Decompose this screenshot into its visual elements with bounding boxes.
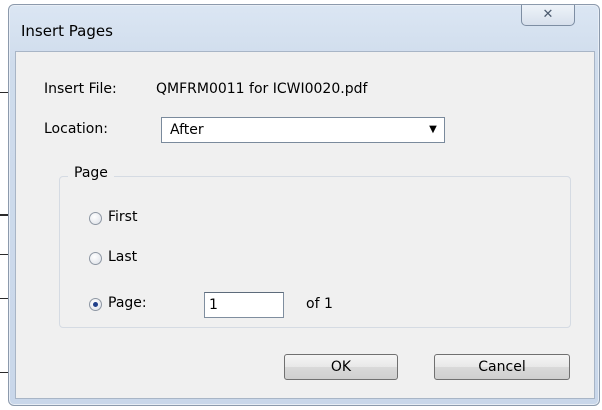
location-selected-value: After bbox=[170, 122, 204, 138]
insert-pages-dialog: Insert Pages ✕ Insert File: QMFRM0011 fo… bbox=[8, 4, 600, 406]
cancel-button[interactable]: Cancel bbox=[434, 354, 570, 380]
close-icon: ✕ bbox=[542, 7, 554, 22]
title-bar[interactable]: Insert Pages ✕ bbox=[9, 5, 599, 51]
dialog-title: Insert Pages bbox=[21, 22, 113, 40]
location-dropdown[interactable]: After ▼ bbox=[161, 117, 445, 143]
close-button[interactable]: ✕ bbox=[521, 5, 575, 26]
chevron-down-icon[interactable]: ▼ bbox=[422, 118, 444, 142]
insert-file-name: QMFRM0011 for ICWI0020.pdf bbox=[156, 81, 368, 97]
first-radio-label[interactable]: First bbox=[108, 209, 137, 225]
page-radio-label[interactable]: Page: bbox=[108, 295, 147, 311]
ok-button[interactable]: OK bbox=[284, 354, 398, 380]
page-group-label: Page bbox=[68, 165, 114, 181]
last-radio-label[interactable]: Last bbox=[108, 249, 137, 265]
last-radio[interactable] bbox=[89, 252, 102, 265]
first-radio[interactable] bbox=[89, 212, 102, 225]
screen: Insert Pages ✕ Insert File: QMFRM0011 fo… bbox=[0, 0, 602, 410]
insert-file-label: Insert File: bbox=[44, 81, 117, 97]
page-total-label: of 1 bbox=[306, 296, 333, 312]
page-radio[interactable] bbox=[89, 298, 102, 311]
dialog-body: Insert File: QMFRM0011 for ICWI0020.pdf … bbox=[15, 51, 595, 399]
page-number-input[interactable] bbox=[204, 292, 284, 318]
location-label: Location: bbox=[44, 121, 108, 137]
